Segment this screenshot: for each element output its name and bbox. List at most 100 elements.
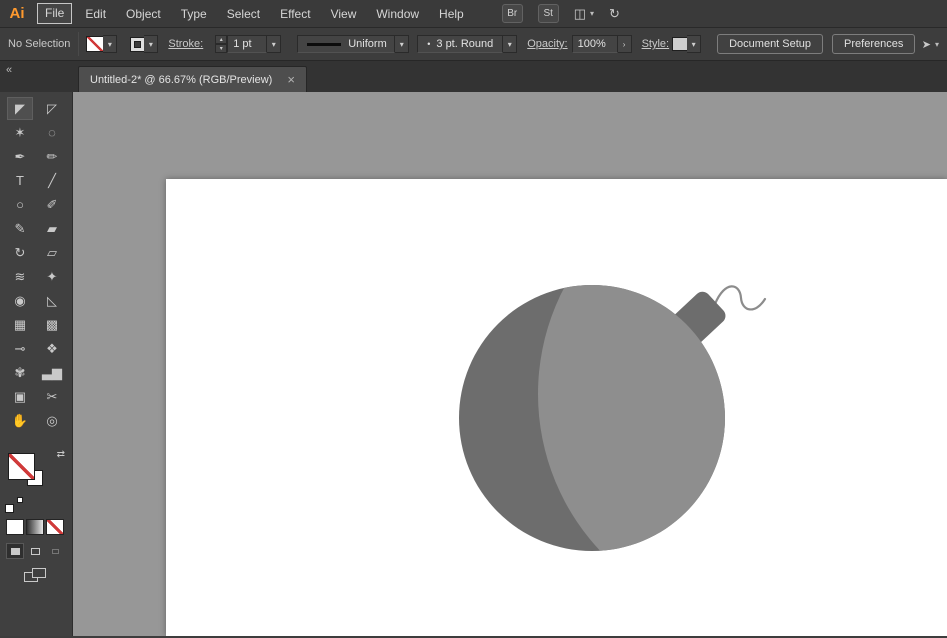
sync-settings-button[interactable]: ↻ xyxy=(609,6,620,22)
slice-tool[interactable]: ✂ xyxy=(39,385,65,408)
bomb-artwork[interactable] xyxy=(73,92,946,636)
tool-icon: ◎ xyxy=(46,412,58,428)
stock-button[interactable]: St xyxy=(537,4,559,23)
eraser-tool[interactable]: ▰ xyxy=(39,217,65,240)
zoom-tool[interactable]: ◎ xyxy=(39,409,65,432)
document-tab[interactable]: Untitled-2* @ 66.67% (RGB/Preview) × xyxy=(78,66,307,92)
opacity-control[interactable]: 100% › xyxy=(571,35,632,53)
chevron-right-icon[interactable]: › xyxy=(617,35,632,53)
bridge-button[interactable]: Br xyxy=(501,4,523,23)
preferences-button[interactable]: Preferences xyxy=(832,34,916,54)
line-segment-tool[interactable]: ╱ xyxy=(39,169,65,192)
lasso-tool[interactable]: ◌ xyxy=(39,121,65,144)
tool-icon: T xyxy=(16,173,24,188)
stroke-weight-stepper[interactable]: ▴ ▾ xyxy=(215,35,228,53)
fill-color-control[interactable]: ▾ xyxy=(87,35,118,53)
tool-icon: ✒ xyxy=(14,148,26,164)
pencil-tool[interactable]: ✎ xyxy=(7,217,33,240)
perspective-grid-tool[interactable]: ◺ xyxy=(39,289,65,312)
swap-fill-stroke-icon[interactable]: ⇄ xyxy=(57,449,65,460)
gradient-button[interactable] xyxy=(27,520,43,534)
document-setup-button[interactable]: Document Setup xyxy=(717,34,824,54)
width-profile-field[interactable]: Uniform xyxy=(297,35,396,53)
menu-type[interactable]: Type xyxy=(171,1,217,27)
selection-tool[interactable]: ◤ xyxy=(7,97,33,120)
stroke-weight-control[interactable]: 1 pt ▾ xyxy=(227,35,282,53)
graphic-style-control[interactable]: ▾ xyxy=(673,35,702,53)
chevron-down-icon[interactable]: ▾ xyxy=(144,35,159,53)
fill-indicator-none[interactable] xyxy=(9,454,34,479)
paintbrush-tool[interactable]: ✐ xyxy=(39,193,65,216)
chevron-down-icon[interactable]: ▾ xyxy=(267,35,282,53)
draw-behind-button[interactable] xyxy=(27,544,43,558)
menu-select[interactable]: Select xyxy=(217,1,270,27)
width-profile-control[interactable]: Uniform ▾ xyxy=(297,35,410,53)
curvature-tool[interactable]: ✏ xyxy=(39,145,65,168)
workspace-body: ◤ ◸ ✶ ◌ ✒ ✏ T ╱ ○ ✐ ✎ ▰ ↻ ▱ ≋ ✦ ◉ ◺ ▦ ▩ … xyxy=(0,92,947,636)
rotate-tool[interactable]: ↻ xyxy=(7,241,33,264)
direct-selection-tool[interactable]: ◸ xyxy=(39,97,65,120)
symbol-sprayer-tool[interactable]: ✾ xyxy=(7,361,33,384)
menu-object[interactable]: Object xyxy=(116,1,171,27)
column-graph-tool[interactable]: ▃▆ xyxy=(39,361,65,384)
gradient-tool[interactable]: ▩ xyxy=(39,313,65,336)
chevron-down-icon[interactable]: ▾ xyxy=(395,35,410,53)
stroke-weight-field[interactable]: 1 pt xyxy=(227,35,268,53)
style-label[interactable]: Style: xyxy=(642,38,670,50)
bomb-highlight[interactable] xyxy=(538,165,946,623)
blend-tool[interactable]: ❖ xyxy=(39,337,65,360)
chevron-down-icon[interactable]: ▾ xyxy=(687,35,702,53)
bomb-fuse[interactable] xyxy=(713,285,767,311)
canvas[interactable] xyxy=(73,92,947,636)
app-logo[interactable]: Ai xyxy=(0,5,34,22)
arrange-documents-button[interactable]: ◫ ▾ xyxy=(574,6,594,22)
tool-icon: ▰ xyxy=(47,220,57,236)
shape-builder-tool[interactable]: ◉ xyxy=(7,289,33,312)
chevron-down-icon[interactable]: ▾ xyxy=(503,35,518,53)
menu-help[interactable]: Help xyxy=(429,1,474,27)
step-up-icon[interactable]: ▴ xyxy=(215,35,228,44)
menu-effect[interactable]: Effect xyxy=(270,1,320,27)
collapse-panel-icon[interactable]: « xyxy=(0,61,73,76)
tool-icon: ✶ xyxy=(14,124,26,140)
draw-normal-button[interactable] xyxy=(7,544,23,558)
menu-window[interactable]: Window xyxy=(366,1,429,27)
magic-wand-tool[interactable]: ✶ xyxy=(7,121,33,144)
tool-icon: ⊸ xyxy=(14,340,26,356)
draw-inside-button[interactable] xyxy=(47,544,63,558)
mesh-tool[interactable]: ▦ xyxy=(7,313,33,336)
pen-tool[interactable]: ✒ xyxy=(7,145,33,168)
default-fill-stroke-button[interactable] xyxy=(6,498,22,512)
hand-tool[interactable]: ✋ xyxy=(7,409,33,432)
brush-definition-control[interactable]: • 3 pt. Round ▾ xyxy=(417,35,518,53)
width-tool[interactable]: ≋ xyxy=(7,265,33,288)
fill-none-swatch[interactable] xyxy=(87,37,104,51)
step-down-icon[interactable]: ▾ xyxy=(215,44,228,53)
stroke-swatch[interactable] xyxy=(131,37,145,51)
opacity-field[interactable]: 100% xyxy=(571,35,618,53)
tool-icon: ✋ xyxy=(11,412,29,428)
menu-file[interactable]: File xyxy=(37,3,73,24)
opacity-label[interactable]: Opacity: xyxy=(527,38,567,50)
tool-icon: ✾ xyxy=(14,364,26,380)
artboard-tool[interactable]: ▣ xyxy=(7,385,33,408)
menu-edit[interactable]: Edit xyxy=(75,1,116,27)
stroke-color-control[interactable]: ▾ xyxy=(117,35,159,53)
screen-mode-button[interactable] xyxy=(24,568,48,584)
brush-field[interactable]: • 3 pt. Round xyxy=(417,35,504,53)
scale-tool[interactable]: ▱ xyxy=(39,241,65,264)
drawing-modes-row xyxy=(7,544,63,558)
menu-view[interactable]: View xyxy=(321,1,367,27)
type-tool[interactable]: T xyxy=(7,169,33,192)
none-button[interactable] xyxy=(47,520,63,534)
color-button[interactable] xyxy=(7,520,23,534)
style-swatch[interactable] xyxy=(673,38,688,50)
ellipse-tool[interactable]: ○ xyxy=(7,193,33,216)
tool-icon: ❖ xyxy=(46,340,58,356)
chevron-down-icon[interactable]: ▾ xyxy=(103,35,118,53)
eyedropper-tool[interactable]: ⊸ xyxy=(7,337,33,360)
free-transform-tool[interactable]: ✦ xyxy=(39,265,65,288)
workspace-switcher-button[interactable]: ➤ ▾ xyxy=(922,38,939,51)
stroke-label[interactable]: Stroke: xyxy=(168,38,203,50)
close-icon[interactable]: × xyxy=(287,73,295,86)
